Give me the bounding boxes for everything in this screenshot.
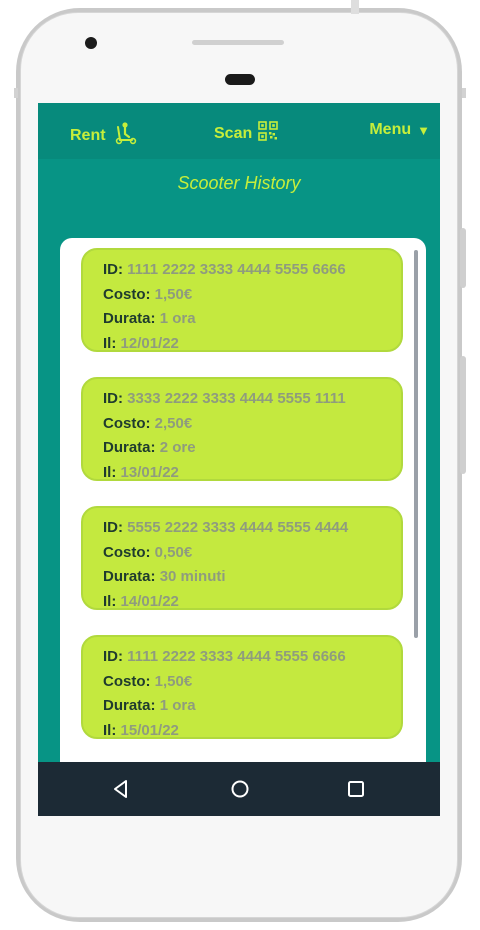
date-value: 14/01/22 (120, 592, 179, 610)
date-label: Il: (103, 721, 117, 739)
duration-label: Durata: (103, 697, 156, 714)
cost-value: 0,50€ (154, 543, 193, 561)
date-value: 13/01/22 (120, 463, 179, 481)
duration-value: 1 ora (159, 310, 196, 327)
duration-label: Durata: (103, 439, 156, 456)
system-nav-bar (38, 762, 440, 816)
date-label: Il: (103, 334, 117, 352)
back-triangle-icon (110, 780, 132, 804)
scrollbar[interactable] (414, 250, 418, 638)
id-label: ID: (103, 648, 123, 665)
scan-label: Scan (214, 124, 253, 142)
app-screen: Rent Scan Menu ▼ Scooter History ID: 111… (38, 103, 440, 816)
app-bar: Rent Scan Menu ▼ (38, 103, 440, 159)
cost-label: Costo: (103, 285, 151, 303)
id-row: ID: 1111 2222 3333 4444 5555 6666 (103, 645, 401, 670)
cost-row: Costo: 2,50€ (103, 412, 401, 437)
duration-row: Durata: 1 ora (103, 694, 401, 719)
history-card[interactable]: ID: 3333 2222 3333 4444 5555 1111 Costo:… (81, 377, 403, 481)
id-value: 3333 2222 3333 4444 5555 1111 (127, 390, 346, 407)
front-camera (85, 37, 97, 49)
id-row: ID: 3333 2222 3333 4444 5555 1111 (103, 387, 401, 412)
duration-label: Durata: (103, 568, 156, 585)
back-button[interactable] (110, 778, 132, 800)
qr-code-icon (258, 121, 279, 146)
page-title: Scooter History (177, 173, 301, 193)
date-label: Il: (103, 592, 117, 610)
duration-row: Durata: 30 minuti (103, 565, 401, 590)
home-circle-icon (229, 780, 251, 804)
id-label: ID: (103, 519, 123, 536)
duration-value: 2 ore (159, 439, 196, 456)
cost-label: Costo: (103, 414, 151, 432)
id-value: 1111 2222 3333 4444 5555 6666 (127, 648, 346, 665)
cost-value: 1,50€ (154, 285, 193, 303)
frame-detail (462, 88, 466, 98)
id-label: ID: (103, 390, 123, 407)
power-button (460, 356, 466, 474)
rent-button[interactable]: Rent (70, 121, 138, 150)
date-row: Il: 15/01/22 (103, 719, 401, 744)
history-list[interactable]: ID: 1111 2222 3333 4444 5555 6666 Costo:… (60, 238, 426, 778)
rent-label: Rent (70, 126, 106, 144)
cost-row: Costo: 1,50€ (103, 283, 401, 308)
cost-label: Costo: (103, 672, 151, 690)
date-label: Il: (103, 463, 117, 481)
duration-row: Durata: 1 ora (103, 307, 401, 332)
date-row: Il: 12/01/22 (103, 332, 401, 357)
cost-row: Costo: 0,50€ (103, 541, 401, 566)
id-row: ID: 5555 2222 3333 4444 5555 4444 (103, 516, 401, 541)
caret-down-icon: ▼ (417, 122, 430, 138)
id-value: 5555 2222 3333 4444 5555 4444 (127, 519, 349, 536)
duration-value: 1 ora (159, 697, 196, 714)
scan-button[interactable]: Scan (214, 121, 279, 146)
date-value: 15/01/22 (120, 721, 179, 739)
duration-row: Durata: 2 ore (103, 436, 401, 461)
id-label: ID: (103, 261, 123, 278)
id-row: ID: 1111 2222 3333 4444 5555 6666 (103, 258, 401, 283)
cost-row: Costo: 1,50€ (103, 670, 401, 695)
duration-label: Durata: (103, 310, 156, 327)
scooter-icon (112, 121, 138, 150)
volume-button (460, 228, 466, 288)
speaker-grille (192, 40, 284, 45)
id-value: 1111 2222 3333 4444 5555 6666 (127, 261, 346, 278)
cost-value: 1,50€ (154, 672, 193, 690)
home-button[interactable] (229, 778, 251, 800)
date-row: Il: 13/01/22 (103, 461, 401, 486)
cost-label: Costo: (103, 543, 151, 561)
date-value: 12/01/22 (120, 334, 179, 352)
recent-apps-button[interactable] (345, 778, 367, 800)
frame-detail (14, 88, 18, 98)
menu-label: Menu (369, 121, 412, 138)
history-card[interactable]: ID: 1111 2222 3333 4444 5555 6666 Costo:… (81, 635, 403, 739)
menu-button[interactable]: Menu ▼ (369, 121, 430, 139)
cost-value: 2,50€ (154, 414, 193, 432)
history-card[interactable]: ID: 1111 2222 3333 4444 5555 6666 Costo:… (81, 248, 403, 352)
duration-value: 30 minuti (159, 568, 226, 585)
earpiece (225, 74, 255, 85)
frame-detail (351, 0, 359, 14)
recent-square-icon (345, 781, 367, 804)
date-row: Il: 14/01/22 (103, 590, 401, 615)
history-card[interactable]: ID: 5555 2222 3333 4444 5555 4444 Costo:… (81, 506, 403, 610)
